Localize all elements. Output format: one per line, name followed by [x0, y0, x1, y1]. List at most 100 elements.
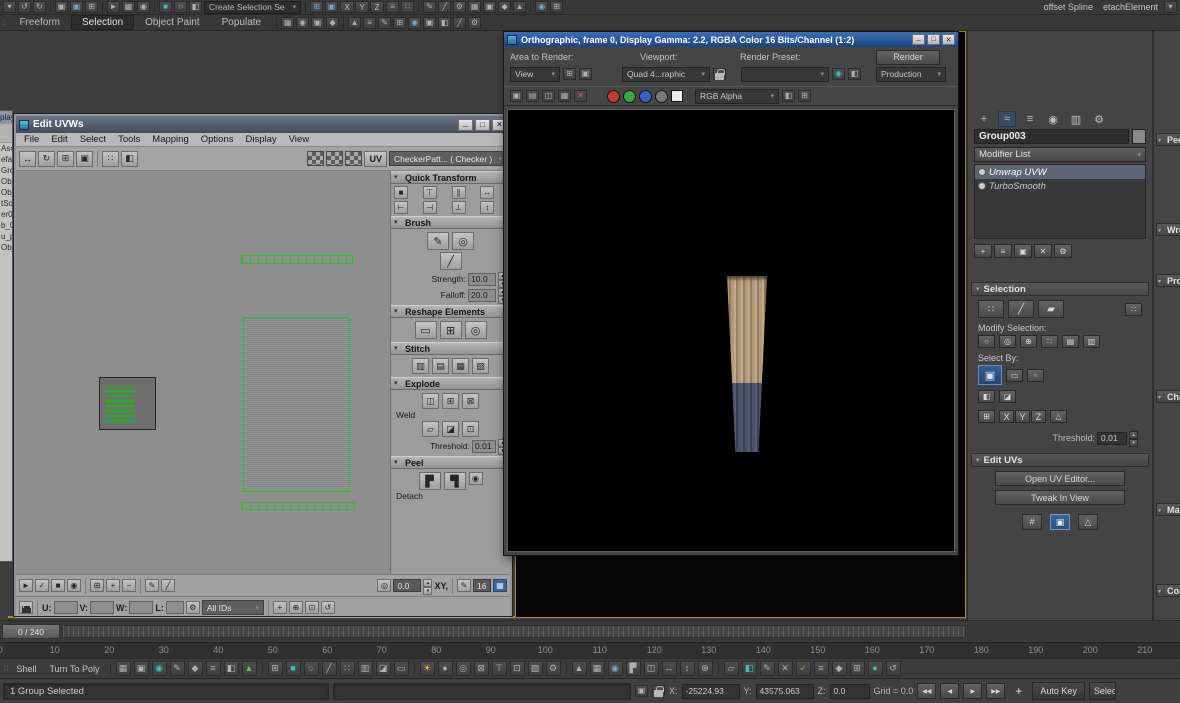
select-circle-icon[interactable]: [137, 1, 150, 13]
weld-all-icon[interactable]: [462, 393, 479, 409]
toolbar-icon[interactable]: [363, 17, 376, 29]
play-button[interactable]: [963, 683, 982, 699]
channel-display-dropdown[interactable]: RGB Alpha: [695, 89, 779, 104]
select-overlapped-icon[interactable]: [1125, 303, 1142, 316]
minimize-icon[interactable]: [912, 34, 925, 45]
production-mode-dropdown[interactable]: Production: [876, 67, 946, 82]
ribbon-tab[interactable]: Populate: [211, 15, 272, 30]
rollout-edit-uvs[interactable]: Edit UVs: [971, 453, 1149, 467]
green-channel-icon[interactable]: [623, 90, 636, 103]
remove-modifier-icon[interactable]: [1034, 244, 1052, 258]
monochrome-channel-icon[interactable]: [655, 90, 668, 103]
space-horizontal-icon[interactable]: [480, 186, 494, 199]
toolbar-icon[interactable]: [358, 661, 373, 676]
material-id-dropdown[interactable]: All IDs: [202, 600, 264, 615]
align-icon[interactable]: [325, 1, 338, 13]
tab-motion-icon[interactable]: [1045, 112, 1061, 126]
paint-select-icon[interactable]: [189, 1, 202, 13]
scene-explorer-item[interactable]: Obje: [0, 242, 12, 253]
uv-space-button[interactable]: UV: [364, 151, 387, 167]
toolbar-icon[interactable]: [286, 661, 301, 676]
scene-explorer-item[interactable]: Grou: [0, 165, 12, 176]
spinner-snap-icon[interactable]: [326, 17, 339, 29]
toolbar-icon[interactable]: [423, 17, 436, 29]
stitch-custom-icon[interactable]: [412, 358, 429, 374]
rollout-header-clipped[interactable]: Proje: [1156, 274, 1180, 287]
align-vertical-icon[interactable]: [452, 186, 466, 199]
snap-toggle-icon[interactable]: [281, 17, 294, 29]
mirror-icon[interactable]: [102, 151, 119, 167]
toolbar-icon[interactable]: [528, 661, 543, 676]
z-coordinate-field[interactable]: 0.0: [830, 684, 870, 699]
ribbon-tab[interactable]: Object Paint: [134, 15, 210, 30]
stitch-source-icon[interactable]: [432, 358, 449, 374]
menu-item[interactable]: Display: [239, 133, 282, 146]
pattern-dots-icon[interactable]: [345, 151, 362, 166]
menu-item[interactable]: Mapping: [146, 133, 194, 146]
toolbar-icon[interactable]: [340, 661, 355, 676]
polygon-subobject-icon[interactable]: [1038, 300, 1064, 318]
modifier-list-dropdown[interactable]: Modifier List: [974, 147, 1146, 162]
red-channel-icon[interactable]: [607, 90, 620, 103]
tweak-in-view-button[interactable]: Tweak In View: [995, 490, 1125, 505]
paint-move-brush-icon[interactable]: [427, 232, 449, 250]
edge-subobject-icon[interactable]: [1008, 300, 1034, 318]
stitch-target-icon[interactable]: [472, 358, 489, 374]
menu-item[interactable]: View: [283, 133, 315, 146]
x-coordinate-field[interactable]: -25224.93: [682, 684, 740, 699]
scene-explorer-item[interactable]: Asce: [0, 143, 12, 154]
freeform-mode-icon[interactable]: [76, 151, 93, 167]
scene-explorer-item[interactable]: tSofl: [0, 198, 12, 209]
toolbar-overflow-icon[interactable]: [1164, 1, 1177, 13]
toolbar-icon[interactable]: [468, 17, 481, 29]
axis-constraint-button[interactable]: Z: [370, 1, 384, 13]
open-uv-editor-button[interactable]: Open UV Editor...: [995, 471, 1125, 486]
toolbar-icon[interactable]: [680, 661, 695, 676]
modifier-visibility-icon[interactable]: [978, 182, 986, 190]
minimize-icon[interactable]: [458, 119, 473, 131]
render-setup-icon[interactable]: [468, 1, 481, 13]
falloff-field[interactable]: 20.0: [468, 289, 496, 302]
rollout-header-clipped[interactable]: Peel: [1156, 133, 1180, 146]
rollout-quick-transform[interactable]: Quick Transform: [391, 171, 510, 184]
save-image-icon[interactable]: [510, 90, 523, 102]
toolbar-icon[interactable]: [188, 661, 203, 676]
l-field[interactable]: [166, 601, 184, 614]
scene-explorer-item[interactable]: er01: [0, 209, 12, 220]
toolbar-icon[interactable]: [492, 661, 507, 676]
modifier-visibility-icon[interactable]: [978, 168, 986, 176]
toolbar-icon[interactable]: [510, 661, 525, 676]
print-image-icon[interactable]: [558, 90, 571, 102]
paint-select-icon[interactable]: [1083, 335, 1100, 348]
area-to-render-dropdown[interactable]: View: [510, 67, 560, 82]
layer-icon[interactable]: [798, 90, 811, 102]
stitch-average-icon[interactable]: [452, 358, 469, 374]
snap-grid-icon[interactable]: [493, 579, 507, 592]
toolbar-icon[interactable]: [886, 661, 901, 676]
rendered-frame-icon[interactable]: [483, 1, 496, 13]
scale-icon[interactable]: [57, 151, 74, 167]
render-production-icon[interactable]: [498, 1, 511, 13]
rotate-icon[interactable]: [38, 151, 55, 167]
previous-frame-button[interactable]: [940, 683, 959, 699]
edit-uvws-titlebar[interactable]: Edit UVWs: [16, 116, 510, 133]
axis-constraint-button[interactable]: Y: [355, 1, 369, 13]
toolbar-icon[interactable]: [832, 661, 847, 676]
blue-channel-icon[interactable]: [639, 90, 652, 103]
ribbon-tab[interactable]: Freeform: [8, 15, 71, 30]
uv-shell-strip-top[interactable]: [241, 255, 353, 264]
space-vertical-icon[interactable]: [480, 201, 494, 214]
bind-spacewarp-icon[interactable]: [85, 1, 98, 13]
grow-icon[interactable]: [999, 335, 1016, 348]
mirror-icon[interactable]: [310, 1, 323, 13]
copy-image-icon[interactable]: [526, 90, 539, 102]
turn-to-poly-button[interactable]: Turn To Poly: [44, 663, 104, 675]
toolbar-icon[interactable]: [152, 661, 167, 676]
scene-explorer-item[interactable]: efau: [0, 154, 12, 165]
toolbar-icon[interactable]: [760, 661, 775, 676]
uv-edit-mode-icon[interactable]: [1050, 514, 1070, 530]
layer-manager-icon[interactable]: [386, 1, 399, 13]
maximize-icon[interactable]: [927, 34, 940, 45]
toolbar-grip[interactable]: [4, 664, 8, 673]
toolbar-icon[interactable]: [546, 661, 561, 676]
